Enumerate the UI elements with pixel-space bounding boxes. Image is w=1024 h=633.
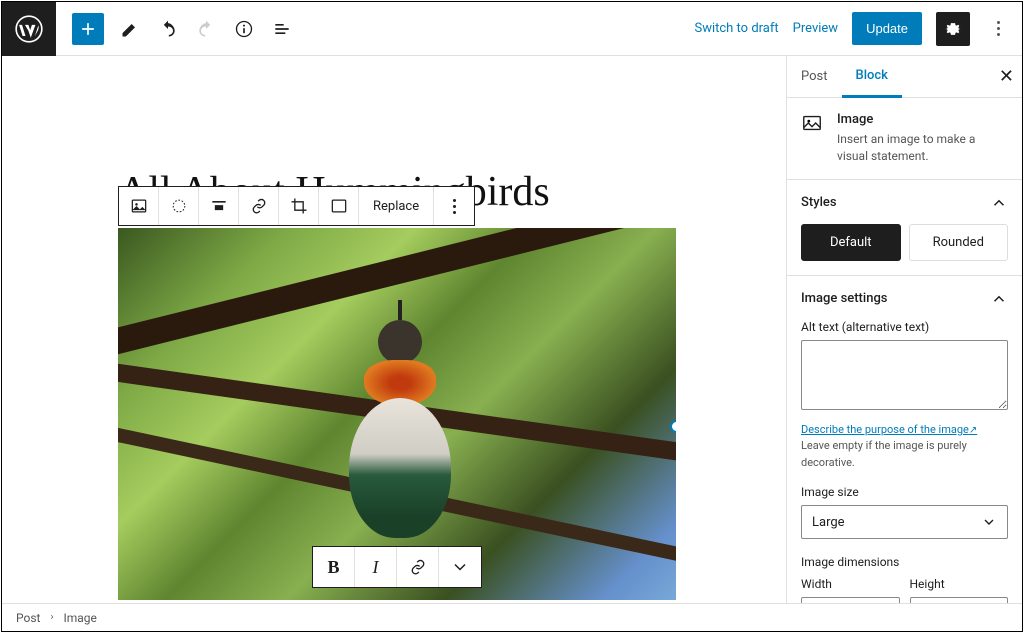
switch-to-draft-link[interactable]: Switch to draft <box>694 21 778 36</box>
breadcrumb: Post › Image <box>2 603 1022 631</box>
italic-button[interactable]: I <box>355 547 397 587</box>
close-sidebar-icon[interactable]: ✕ <box>999 66 1014 87</box>
alt-text-label: Alt text (alternative text) <box>801 320 1008 334</box>
add-block-button[interactable] <box>72 13 104 45</box>
caption-link-icon[interactable] <box>397 547 439 587</box>
breadcrumb-post[interactable]: Post <box>16 611 40 625</box>
redo-icon[interactable] <box>190 13 222 45</box>
hummingbird-image: B I <box>118 228 676 600</box>
block-type-image-icon[interactable] <box>119 187 159 225</box>
chevron-right-icon: › <box>50 612 53 623</box>
styles-panel-header[interactable]: Styles <box>801 194 1008 212</box>
undo-icon[interactable] <box>152 13 184 45</box>
settings-gear-button[interactable] <box>936 12 970 46</box>
sidebar-block-desc: Insert an image to make a visual stateme… <box>837 131 1008 165</box>
chevron-up-icon <box>990 290 1008 308</box>
caption-toolbar: B I <box>312 546 482 588</box>
alt-text-input[interactable] <box>801 340 1008 410</box>
style-rounded-button[interactable]: Rounded <box>909 224 1009 261</box>
image-block[interactable]: B I Add caption I <box>118 228 676 603</box>
block-more-icon[interactable] <box>434 187 474 225</box>
style-default-button[interactable]: Default <box>801 224 901 261</box>
alt-help-link[interactable]: Describe the purpose of the image↗ <box>801 423 977 436</box>
image-settings-panel-header[interactable]: Image settings <box>801 290 1008 308</box>
info-icon[interactable] <box>228 13 260 45</box>
chevron-up-icon <box>990 194 1008 212</box>
tab-post[interactable]: Post <box>787 56 842 98</box>
wordpress-logo[interactable] <box>2 2 56 56</box>
breadcrumb-image[interactable]: Image <box>63 611 96 625</box>
drag-handle-icon[interactable] <box>159 187 199 225</box>
bold-button[interactable]: B <box>313 547 355 587</box>
crop-icon[interactable] <box>279 187 319 225</box>
tab-block[interactable]: Block <box>842 56 902 98</box>
image-block-icon <box>801 112 823 134</box>
preview-link[interactable]: Preview <box>793 21 838 36</box>
align-icon[interactable] <box>199 187 239 225</box>
external-link-icon: ↗ <box>969 425 977 436</box>
update-button[interactable]: Update <box>852 12 922 45</box>
link-icon[interactable] <box>239 187 279 225</box>
height-label: Height <box>910 577 1009 591</box>
image-dimensions-label: Image dimensions <box>801 555 1008 569</box>
sidebar-block-name: Image <box>837 112 1008 127</box>
outline-icon[interactable] <box>266 13 298 45</box>
edit-mode-icon[interactable] <box>114 13 146 45</box>
replace-button[interactable]: Replace <box>359 187 434 225</box>
block-toolbar: Replace <box>118 186 475 226</box>
alt-help-text: Leave empty if the image is purely decor… <box>801 439 967 469</box>
chevron-down-icon <box>981 514 997 530</box>
image-size-select[interactable]: Large <box>801 505 1008 539</box>
image-size-label: Image size <box>801 485 1008 499</box>
text-overlay-icon[interactable] <box>319 187 359 225</box>
more-menu-button[interactable] <box>984 12 1012 46</box>
width-label: Width <box>801 577 900 591</box>
resize-handle-right[interactable] <box>670 420 676 433</box>
caption-more-icon[interactable] <box>439 547 481 587</box>
